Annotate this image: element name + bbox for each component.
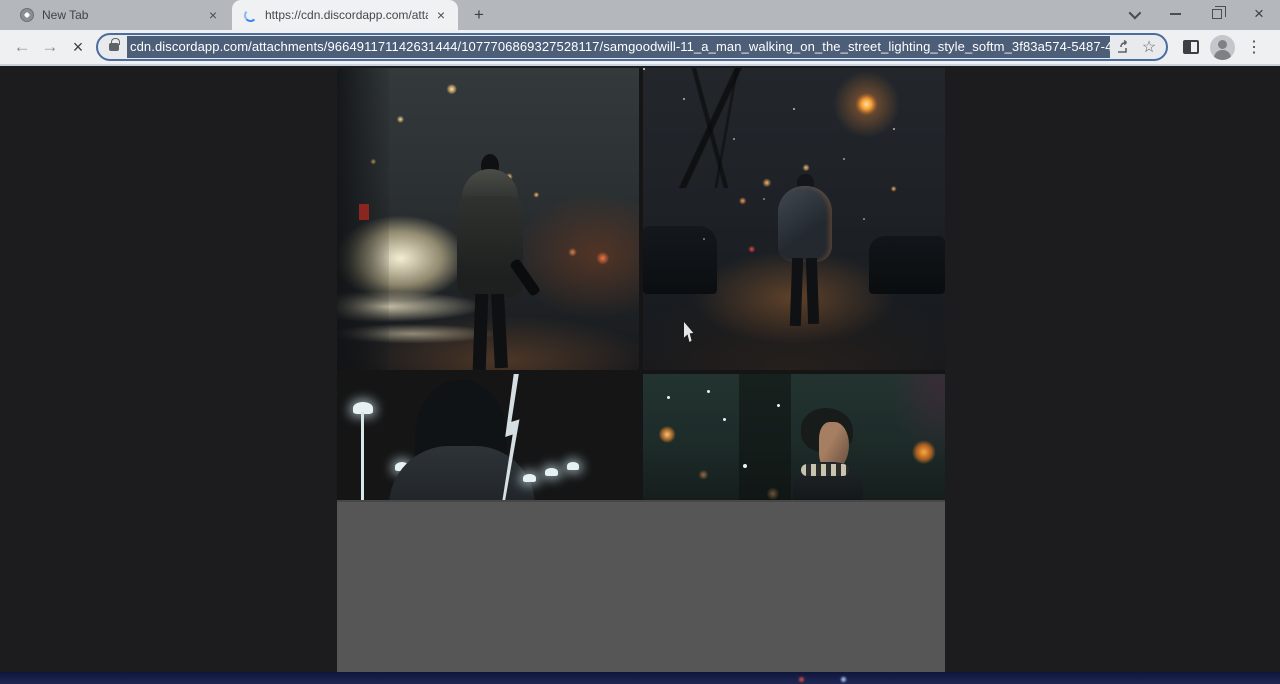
stop-loading-button[interactable]: × xyxy=(64,33,92,61)
jacket-collar xyxy=(801,464,849,476)
close-window-button[interactable]: × xyxy=(1238,0,1280,28)
tab-title: https://cdn.discordapp.com/atta xyxy=(265,8,428,22)
lamp-post xyxy=(361,412,364,500)
browser-toolbar: ← → × cdn.discordapp.com/attachments/966… xyxy=(0,30,1280,66)
page-content xyxy=(0,66,1280,672)
new-tab-button[interactable]: + xyxy=(468,4,490,26)
bokeh-dot xyxy=(743,464,747,468)
back-button[interactable]: ← xyxy=(8,33,36,61)
street-lamp-icon xyxy=(567,462,579,470)
taskbar-icon-hint xyxy=(841,677,846,682)
man-silhouette xyxy=(773,174,837,334)
figure-leg xyxy=(806,258,819,324)
tab-search-chevron-icon[interactable] xyxy=(1112,0,1154,28)
loading-spinner-icon xyxy=(244,9,257,22)
image-bottom-right xyxy=(643,374,945,500)
address-bar[interactable]: cdn.discordapp.com/attachments/966491171… xyxy=(96,33,1168,61)
figure-hood xyxy=(778,186,832,262)
lock-icon[interactable] xyxy=(109,43,119,51)
figure-torso xyxy=(457,196,523,298)
url-text-selected[interactable]: cdn.discordapp.com/attachments/966491171… xyxy=(127,36,1110,58)
tab-discord-cdn[interactable]: https://cdn.discordapp.com/atta × xyxy=(232,0,458,30)
share-icon-glyph xyxy=(1115,39,1131,55)
bokeh-dot xyxy=(723,418,726,421)
window-controls: × xyxy=(1112,0,1280,28)
snow-specks xyxy=(643,68,645,70)
restore-icon xyxy=(1212,9,1222,19)
building-silhouette xyxy=(739,374,791,500)
image-loading-placeholder xyxy=(337,500,945,672)
tab-strip: New Tab × https://cdn.discordapp.com/att… xyxy=(0,0,1280,30)
figure-leg xyxy=(491,294,508,369)
bookmark-star-icon[interactable]: ☆ xyxy=(1136,34,1162,60)
tab-new-tab[interactable]: New Tab × xyxy=(8,0,230,30)
street-lamp-icon xyxy=(523,474,536,482)
restore-button[interactable] xyxy=(1196,0,1238,28)
tree-branches xyxy=(653,68,773,188)
chrome-favicon-icon xyxy=(20,8,34,22)
side-panel-button[interactable] xyxy=(1178,34,1204,60)
minimize-button[interactable] xyxy=(1154,0,1196,28)
figure-leg xyxy=(790,258,803,326)
chevron-down-icon xyxy=(1128,6,1141,19)
minimize-icon xyxy=(1170,13,1181,15)
bokeh-dot xyxy=(777,404,780,407)
browser-window: New Tab × https://cdn.discordapp.com/att… xyxy=(0,0,1280,684)
image-top-right xyxy=(643,68,945,370)
bokeh-dot xyxy=(707,390,710,393)
parked-car-right xyxy=(869,236,945,294)
side-panel-icon xyxy=(1183,40,1199,54)
generated-image-grid[interactable] xyxy=(337,68,945,672)
red-sign xyxy=(359,204,369,220)
parked-car-left xyxy=(643,226,717,294)
tab-title: New Tab xyxy=(42,8,200,22)
taskbar-icon-hint xyxy=(799,677,804,682)
menu-dots-icon[interactable]: ⋮ xyxy=(1241,37,1267,57)
image-bottom-left xyxy=(337,374,639,500)
figure-leg xyxy=(473,294,489,370)
street-lamp-icon xyxy=(545,468,558,476)
bokeh-dot xyxy=(667,396,670,399)
tab-close-icon[interactable]: × xyxy=(432,6,450,24)
toolbar-right-group: ⋮ xyxy=(1178,34,1267,60)
windows-taskbar-edge[interactable] xyxy=(0,672,1280,684)
image-top-left xyxy=(337,68,639,370)
share-icon[interactable] xyxy=(1110,34,1136,60)
tab-close-icon[interactable]: × xyxy=(204,6,222,24)
forward-button[interactable]: → xyxy=(36,33,64,61)
profile-avatar[interactable] xyxy=(1210,35,1235,60)
man-silhouette xyxy=(455,154,525,370)
